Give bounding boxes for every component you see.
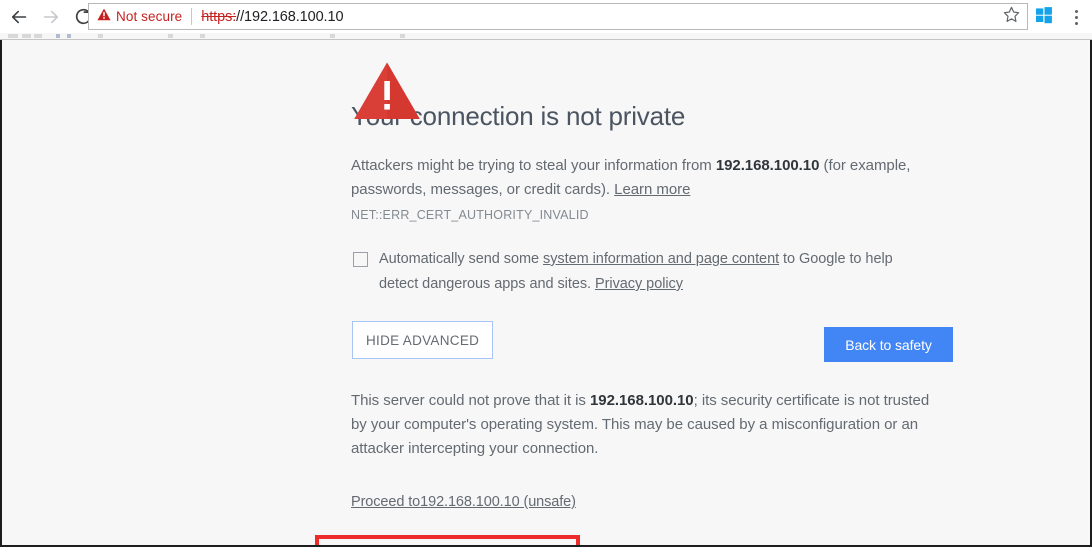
proceed-wrapper: Proceed to192.168.100.10 (unsafe) [351, 485, 947, 521]
windows-squares-icon [1035, 6, 1053, 29]
error-code: NET::ERR_CERT_AUTHORITY_INVALID [351, 208, 589, 222]
forward-button [36, 2, 66, 32]
url-display[interactable]: https://192.168.100.10 [201, 9, 343, 25]
back-button[interactable] [4, 2, 34, 32]
proceed-unsafe-link[interactable]: Proceed to192.168.100.10 (unsafe) [351, 494, 576, 510]
optin-checkbox[interactable] [353, 252, 368, 267]
advanced-host: 192.168.100.10 [590, 392, 694, 409]
annotation-rectangle [315, 535, 580, 545]
warning-triangle-icon [97, 8, 111, 26]
browser-toolbar: Not secure https://192.168.100.10 [0, 0, 1092, 33]
page-viewport: Your connection is not private Attackers… [0, 40, 1092, 547]
arrow-left-icon [9, 7, 29, 27]
extension-button[interactable] [1033, 6, 1055, 28]
system-information-link[interactable]: system information and page content [543, 251, 779, 267]
privacy-policy-link[interactable]: Privacy policy [595, 276, 683, 292]
back-to-safety-button[interactable]: Back to safety [824, 327, 953, 362]
learn-more-link[interactable]: Learn more [614, 181, 690, 198]
advanced-before-host: This server could not prove that it is [351, 392, 586, 409]
browser-window: Not secure https://192.168.100.10 Your c… [0, 0, 1092, 547]
advanced-panel: This server could not prove that it is 1… [351, 389, 947, 521]
bookmarks-bar-clipped[interactable] [0, 33, 1092, 40]
security-chip[interactable]: Not secure [97, 8, 182, 26]
proceed-before: Proceed to [351, 494, 421, 510]
proceed-after: (unsafe) [523, 494, 576, 510]
optin-row: Automatically send some system informati… [351, 247, 921, 297]
advanced-explanation: This server could not prove that it is 1… [351, 389, 947, 461]
not-secure-label: Not secure [116, 9, 183, 24]
star-icon [1003, 6, 1020, 28]
red-warning-triangle-icon [353, 61, 423, 123]
url-scheme-strikethrough: https: [201, 8, 237, 25]
lead-before-host: Attackers might be trying to steal your … [351, 157, 712, 174]
chrome-menu-button[interactable] [1065, 5, 1087, 29]
arrow-right-icon [41, 7, 61, 27]
proceed-host: 192.168.100.10 [420, 494, 520, 510]
url-host-path: //192.168.100.10 [236, 8, 344, 25]
lead-host: 192.168.100.10 [715, 157, 820, 174]
lead-paragraph: Attackers might be trying to steal your … [351, 154, 913, 202]
optin-text: Automatically send some system informati… [379, 247, 921, 297]
optin-part1: Automatically send some [379, 251, 540, 267]
button-row: HIDE ADVANCED Back to safety [351, 321, 953, 362]
hide-advanced-button[interactable]: HIDE ADVANCED [352, 321, 494, 359]
three-dot-menu-icon [1074, 9, 1078, 25]
address-bar[interactable]: Not secure https://192.168.100.10 [88, 3, 1028, 30]
page-title: Your connection is not private [351, 101, 686, 131]
bookmark-button[interactable] [998, 4, 1024, 29]
ssl-interstitial: Your connection is not private Attackers… [351, 40, 953, 521]
omnibox-divider [191, 8, 193, 25]
